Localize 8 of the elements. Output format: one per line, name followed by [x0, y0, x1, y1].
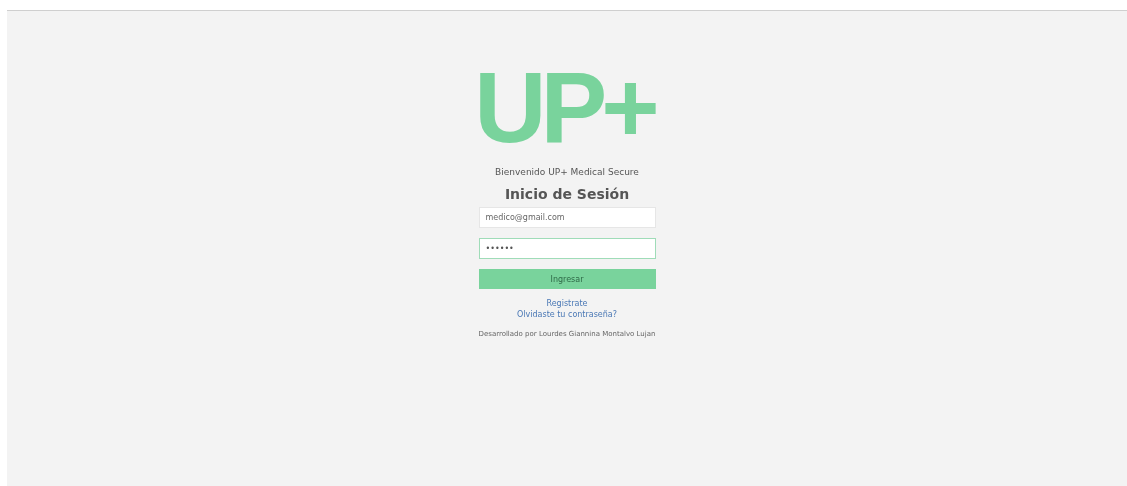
welcome-text: Bienvenido UP+ Medical Secure	[495, 167, 639, 177]
login-heading: Inicio de Sesión	[504, 186, 630, 202]
email-field[interactable]: medico@gmail.com	[478, 207, 656, 228]
link[interactable]: Olvidaste tu contraseña?	[517, 309, 617, 320]
password-field[interactable]: ••••••	[478, 238, 656, 259]
logo: UP+	[474, 57, 654, 157]
link[interactable]: Registrate	[546, 298, 588, 309]
login-button[interactable]: Ingresar	[478, 269, 656, 289]
